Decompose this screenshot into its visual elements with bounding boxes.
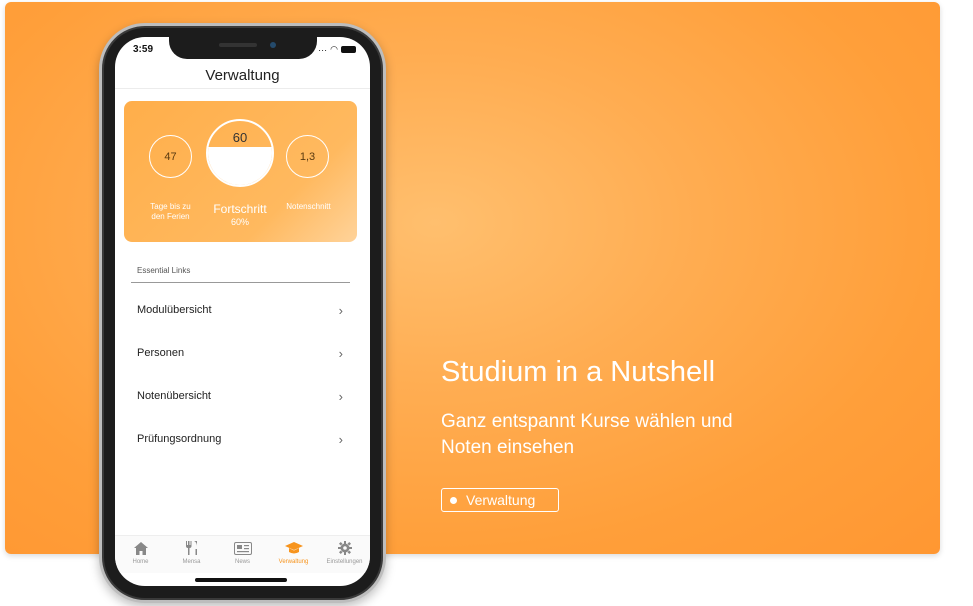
progress-label: Fortschritt	[213, 202, 267, 216]
link-label: Modulübersicht	[137, 304, 212, 316]
link-personen[interactable]: Personen ›	[137, 343, 343, 363]
chevron-right-icon: ›	[338, 431, 343, 447]
progress-value: 60	[232, 130, 248, 145]
progress-fill	[208, 146, 272, 185]
wifi-icon: ◠	[330, 44, 338, 54]
graduation-cap-icon	[284, 539, 303, 557]
stats-card: 47 Tage bis zu den Ferien 60 Fortschritt…	[124, 101, 357, 242]
home-icon	[133, 539, 148, 557]
grade-value: 1,3	[299, 150, 316, 163]
link-pruefungsordnung[interactable]: Prüfungsordnung ›	[137, 429, 343, 449]
link-notenuebersicht[interactable]: Notenübersicht ›	[137, 386, 343, 406]
link-label: Personen	[137, 347, 185, 359]
grade-label: Notenschnitt	[286, 202, 331, 211]
status-time: 3:59	[133, 44, 154, 55]
camera	[270, 42, 276, 48]
link-moduluebersicht[interactable]: Modulübersicht ›	[137, 300, 343, 320]
cutlery-icon	[185, 539, 199, 557]
progress-ring: 60	[206, 119, 274, 187]
grade-ring: 1,3	[286, 135, 329, 178]
tab-einstellungen[interactable]: Einstellungen	[319, 536, 370, 573]
hero-text: Studium in a Nutshell Ganz entspannt Kur…	[441, 355, 841, 461]
tab-label: News	[234, 559, 250, 565]
speaker	[219, 43, 257, 47]
days-value: 47	[164, 150, 177, 163]
tab-label: Verwaltung	[278, 559, 309, 565]
verwaltung-button-label: Verwaltung	[466, 492, 536, 508]
link-label: Prüfungsordnung	[137, 433, 222, 445]
tab-label: Home	[132, 559, 149, 565]
link-label: Notenübersicht	[137, 390, 211, 402]
phone-notch	[169, 30, 317, 59]
tab-label: Einstellungen	[326, 559, 363, 565]
battery-icon	[341, 46, 356, 53]
dot-icon	[450, 496, 457, 504]
newspaper-icon	[233, 539, 252, 557]
status-icons: ··· ◠	[318, 44, 356, 55]
hero-title: Studium in a Nutshell	[441, 356, 716, 388]
links-divider	[131, 282, 350, 283]
chevron-right-icon: ›	[338, 345, 343, 361]
home-indicator	[195, 578, 287, 582]
links-header: Essential Links	[137, 266, 191, 275]
app-title: Verwaltung	[205, 67, 280, 84]
tab-bar: Home Mensa News Verwaltung Einstellungen	[115, 535, 370, 573]
days-ring: 47	[149, 135, 192, 178]
tab-verwaltung[interactable]: Verwaltung	[268, 536, 319, 573]
hero-subtitle: Ganz entspannt Kurse wählen und Noten ei…	[441, 411, 733, 458]
signal-icon: ···	[318, 44, 328, 55]
divider	[115, 88, 370, 89]
gear-icon	[337, 539, 352, 557]
tab-mensa[interactable]: Mensa	[166, 536, 217, 573]
page: Studium in a Nutshell Ganz entspannt Kur…	[0, 0, 973, 606]
verwaltung-button[interactable]: Verwaltung	[441, 488, 559, 512]
progress-percent: 60%	[230, 217, 249, 227]
tab-news[interactable]: News	[217, 536, 268, 573]
tab-home[interactable]: Home	[115, 536, 166, 573]
tab-label: Mensa	[182, 559, 201, 565]
phone-screen: 3:59 ··· ◠ Verwaltung 47 Tage bis zu den…	[115, 37, 370, 586]
chevron-right-icon: ›	[338, 388, 343, 404]
chevron-right-icon: ›	[338, 302, 343, 318]
